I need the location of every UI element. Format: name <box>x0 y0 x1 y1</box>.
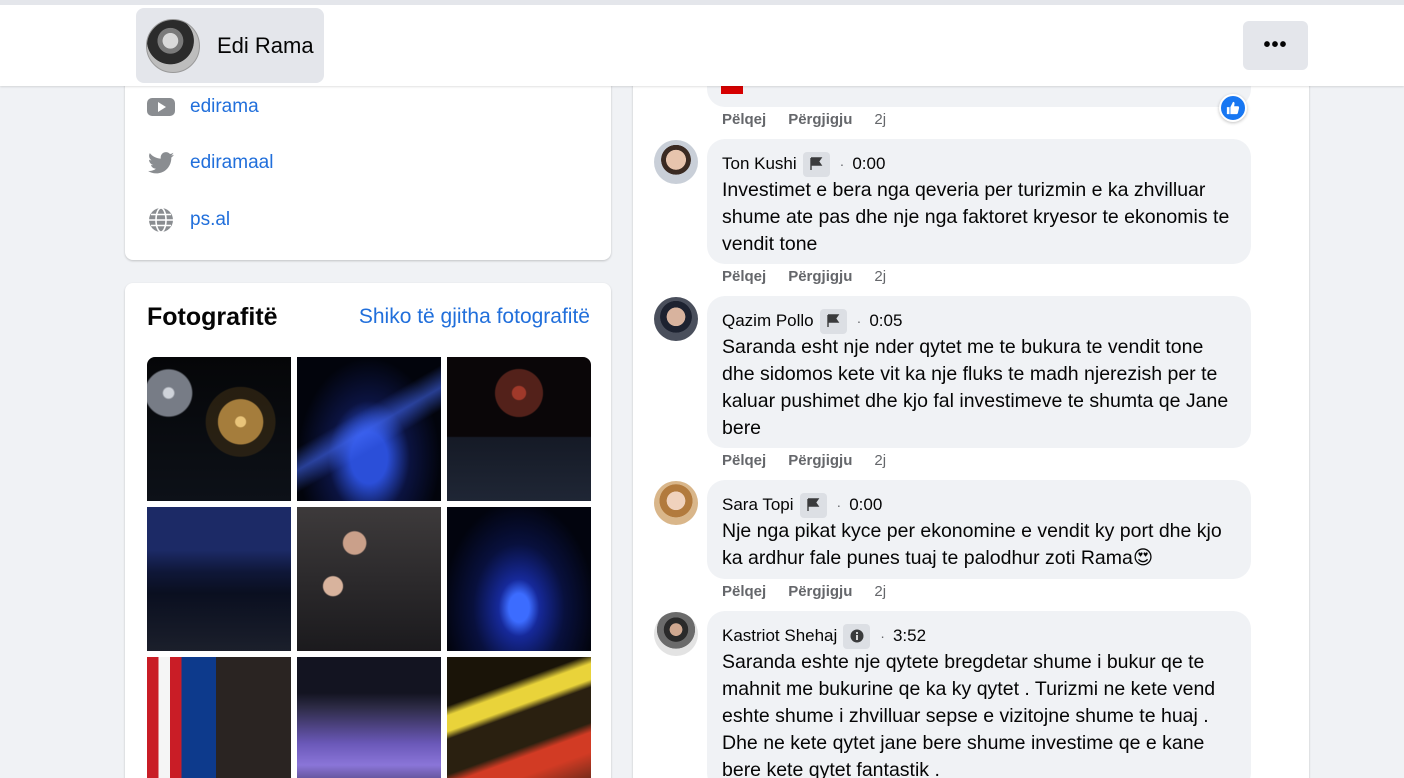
video-timestamp[interactable]: 0:00 <box>849 495 882 515</box>
comment-age[interactable]: 2j <box>874 583 886 600</box>
like-link[interactable]: Pëlqej <box>722 111 766 128</box>
website-link[interactable]: ps.al <box>190 209 230 231</box>
comment-text: Saranda eshte nje qytete bregdetar shume… <box>722 651 1216 778</box>
reply-link[interactable]: Përgjigju <box>788 452 852 469</box>
comment-actions: Pëlqej Përgjigju 2j <box>722 583 886 600</box>
like-link[interactable]: Pëlqej <box>722 583 766 600</box>
commenter-avatar[interactable] <box>654 297 698 341</box>
separator-dot: · <box>856 313 862 329</box>
comment-actions: Pëlqej Përgjigju 2j <box>722 268 886 285</box>
more-icon: ••• <box>1263 34 1288 56</box>
photos-card: Fotografitë Shiko të gjitha fotografitë <box>125 283 611 778</box>
comment-actions: Pëlqej Përgjigju 2j <box>722 452 886 469</box>
comment-age[interactable]: 2j <box>874 268 886 285</box>
photo-umbrellas[interactable] <box>447 657 591 778</box>
commenter-avatar[interactable] <box>654 140 698 184</box>
info-icon <box>843 623 871 649</box>
flag-icon <box>799 492 827 518</box>
previous-comment-actions: Pëlqej Përgjigju 2j <box>722 111 886 128</box>
comment-author[interactable]: Kastriot Shehaj <box>722 626 837 646</box>
photo-grid <box>147 357 591 778</box>
photo-stage-crowd[interactable] <box>147 507 291 651</box>
profile-header-bar: Edi Rama ••• <box>0 0 1404 86</box>
photo-fireworks-crowd[interactable] <box>447 357 591 501</box>
separator-dot: · <box>880 628 885 644</box>
see-all-photos-link[interactable]: Shiko të gjitha fotografitë <box>359 305 590 329</box>
photo-people-event[interactable] <box>297 507 441 651</box>
comment-bubble: Sara Topi · 0:00 Nje nga pikat kyce per … <box>707 480 1251 579</box>
comment-author[interactable]: Qazim Pollo <box>722 311 814 331</box>
like-link[interactable]: Pëlqej <box>722 452 766 469</box>
comment-author[interactable]: Sara Topi <box>722 495 794 515</box>
photo-aerial-crowd[interactable] <box>297 657 441 778</box>
comment-text: Investimet e bera nga qeveria per turizm… <box>722 179 1230 255</box>
photo-bridge-night[interactable] <box>447 507 591 651</box>
profile-name: Edi Rama <box>217 32 314 58</box>
reply-link[interactable]: Përgjigju <box>788 583 852 600</box>
comment-text: Saranda esht nje nder qytet me te bukura… <box>722 336 1229 439</box>
commenter-avatar[interactable] <box>654 612 698 656</box>
comment-text: Nje nga pikat kyce per ekonomine e vendi… <box>722 520 1222 569</box>
globe-icon <box>147 206 175 234</box>
intro-link-website[interactable]: ps.al <box>147 206 230 234</box>
comment-author[interactable]: Ton Kushi <box>722 154 797 174</box>
like-reaction-icon[interactable] <box>1219 94 1247 122</box>
intro-link-twitter[interactable]: ediramaal <box>147 149 273 177</box>
intro-card: edirama ediramaal ps.al <box>125 60 611 260</box>
more-options-button[interactable]: ••• <box>1243 21 1308 70</box>
like-link[interactable]: Pëlqej <box>722 268 766 285</box>
video-timestamp[interactable]: 0:05 <box>869 311 902 331</box>
video-timestamp[interactable]: 3:52 <box>893 626 926 646</box>
profile-chip[interactable]: Edi Rama <box>136 8 324 83</box>
twitter-link[interactable]: ediramaal <box>190 152 273 174</box>
separator-dot: · <box>836 497 842 513</box>
photo-flags[interactable] <box>147 657 291 778</box>
comment-age[interactable]: 2j <box>874 452 886 469</box>
photo-bridge-lights[interactable] <box>297 357 441 501</box>
flag-icon <box>802 151 830 177</box>
flag-icon <box>819 308 847 334</box>
comment-age[interactable]: 2j <box>874 111 886 128</box>
reply-link[interactable]: Përgjigju <box>788 111 852 128</box>
separator-dot: · <box>839 156 845 172</box>
comment-bubble: Kastriot Shehaj · 3:52 Saranda eshte nje… <box>707 611 1251 778</box>
video-timestamp[interactable]: 0:00 <box>852 154 885 174</box>
commenter-avatar[interactable] <box>654 481 698 525</box>
reply-link[interactable]: Përgjigju <box>788 268 852 285</box>
photos-title: Fotografitë <box>147 303 278 331</box>
photo-fireworks-1[interactable] <box>147 357 291 501</box>
intro-link-youtube[interactable]: edirama <box>147 93 259 121</box>
profile-avatar <box>146 18 200 73</box>
twitter-icon <box>147 149 175 177</box>
comment-bubble: Ton Kushi · 0:00 Investimet e bera nga q… <box>707 139 1251 264</box>
comment-bubble: Qazim Pollo · 0:05 Saranda esht nje nder… <box>707 296 1251 448</box>
youtube-link[interactable]: edirama <box>190 96 259 118</box>
youtube-icon <box>147 93 175 121</box>
